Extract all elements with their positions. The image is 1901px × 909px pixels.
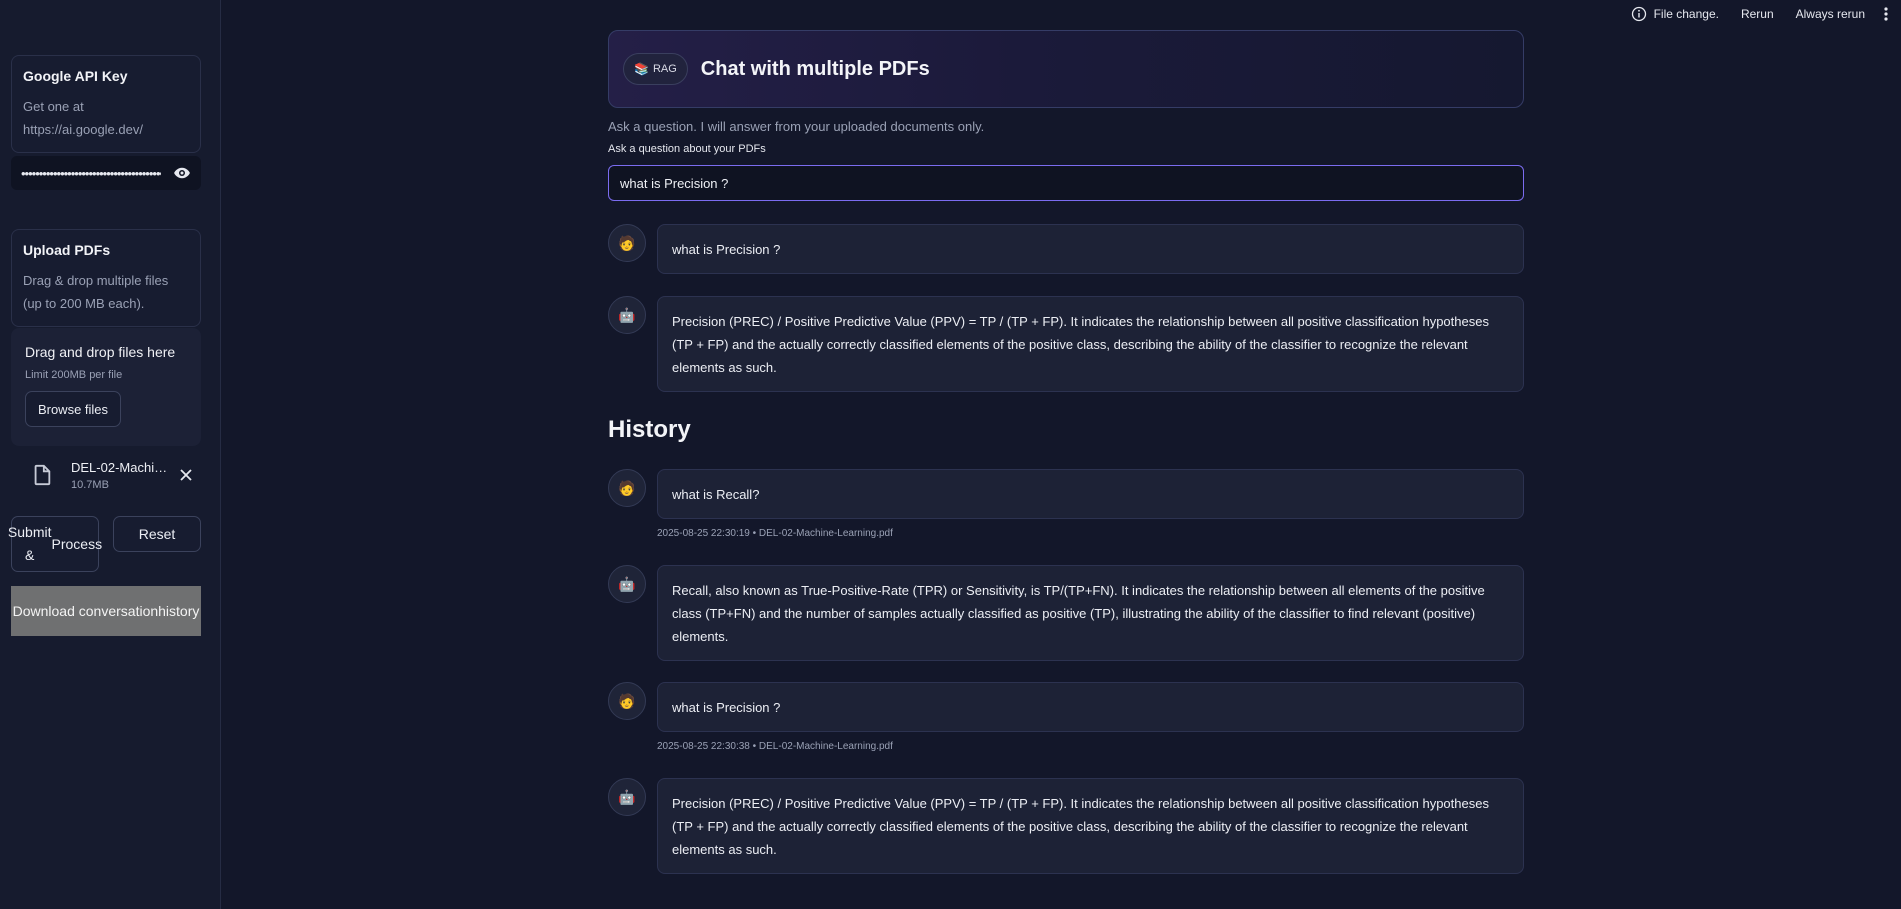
file-size: 10.7MB (71, 478, 109, 491)
history-timestamp: 2025-08-25 22:30:38 • DEL-02-Machine-Lea… (657, 741, 893, 752)
always-rerun-button[interactable]: Always rerun (1796, 7, 1865, 21)
rag-badge: 📚 RAG (623, 53, 688, 85)
header-card: 📚 RAG Chat with multiple PDFs (608, 30, 1524, 108)
close-icon[interactable] (179, 468, 193, 482)
sidebar: Google API Key Get one at https://ai.goo… (0, 0, 221, 909)
eye-icon[interactable] (173, 164, 191, 182)
history-user-text: what is Precision ? (657, 682, 1524, 732)
file-dropzone[interactable]: Drag and drop files here Limit 200MB per… (11, 328, 201, 446)
download-label-line1: Download conversation (12, 602, 159, 619)
history-user-text: what is Recall? (657, 469, 1524, 519)
bot-avatar-icon: 🤖 (608, 296, 646, 334)
api-key-title: Google API Key (23, 68, 128, 84)
api-key-value: •••••••••••••••••••••••••••••••••••••••• (21, 165, 161, 181)
upload-card: Upload PDFs Drag & drop multiple files (… (11, 229, 201, 327)
user-avatar-icon: 🧑 (608, 682, 646, 720)
rerun-button[interactable]: Rerun (1741, 7, 1774, 21)
uploaded-file: DEL-02-Machine-Learning.pdf 10.7MB (11, 452, 201, 498)
reset-button[interactable]: Reset (113, 516, 201, 552)
submit-label-line2: Process (51, 535, 103, 552)
file-change-notice: File change. (1631, 6, 1719, 22)
file-name: DEL-02-Machine-Learning.pdf (71, 459, 171, 475)
dropzone-limit: Limit 200MB per file (25, 369, 123, 381)
download-history-button[interactable]: Download conversation history (11, 586, 201, 636)
history-timestamp: 2025-08-25 22:30:19 • DEL-02-Machine-Lea… (657, 528, 893, 539)
rag-badge-label: RAG (652, 63, 677, 75)
history-heading: History (608, 416, 691, 443)
history-assistant-text: Precision (PREC) / Positive Predictive V… (657, 778, 1524, 874)
page-title: Chat with multiple PDFs (700, 57, 930, 80)
user-avatar-icon: 🧑 (608, 469, 646, 507)
history-assistant-message: 🤖 Precision (PREC) / Positive Predictive… (608, 778, 1524, 874)
books-icon: 📚 (634, 62, 649, 76)
question-label: Ask a question about your PDFs (608, 143, 766, 155)
submit-label-line1: Submit & (7, 524, 52, 563)
api-key-input[interactable]: •••••••••••••••••••••••••••••••••••••••• (11, 156, 201, 190)
chat-message-assistant: 🤖 Precision (PREC) / Positive Predictive… (608, 296, 1524, 392)
assistant-message-text: Precision (PREC) / Positive Predictive V… (657, 296, 1524, 392)
more-menu-icon[interactable] (1883, 6, 1889, 22)
submit-process-button[interactable]: Submit & Process (7, 516, 102, 572)
file-icon (34, 464, 51, 486)
upload-title: Upload PDFs (23, 242, 111, 258)
top-toolbar: File change. Rerun Always rerun (1631, 0, 1901, 28)
page-subtitle: Ask a question. I will answer from your … (608, 119, 985, 134)
upload-help-line1: Drag & drop multiple files (23, 273, 169, 288)
bot-avatar-icon: 🤖 (608, 565, 646, 603)
api-key-help-line2: https://ai.google.dev/ (23, 122, 143, 137)
download-label-line2: history (158, 602, 200, 619)
api-key-card: Google API Key Get one at https://ai.goo… (11, 55, 201, 153)
bot-avatar-icon: 🤖 (608, 778, 646, 816)
history-user-message: 🧑 what is Precision ? (608, 682, 1524, 732)
question-input[interactable] (608, 165, 1524, 201)
chat-message-user: 🧑 what is Precision ? (608, 224, 1524, 274)
info-icon (1631, 6, 1646, 22)
api-key-help-line1: Get one at (23, 99, 84, 114)
dropzone-title: Drag and drop files here (25, 344, 176, 360)
file-change-text: File change. (1653, 7, 1719, 21)
history-assistant-message: 🤖 Recall, also known as True-Positive-Ra… (608, 565, 1524, 661)
history-assistant-text: Recall, also known as True-Positive-Rate… (657, 565, 1524, 661)
user-message-text: what is Precision ? (657, 224, 1524, 274)
upload-help-line2: (up to 200 MB each). (23, 296, 145, 311)
browse-files-button[interactable]: Browse files (25, 391, 121, 427)
user-avatar-icon: 🧑 (608, 224, 646, 262)
history-user-message: 🧑 what is Recall? (608, 469, 1524, 519)
